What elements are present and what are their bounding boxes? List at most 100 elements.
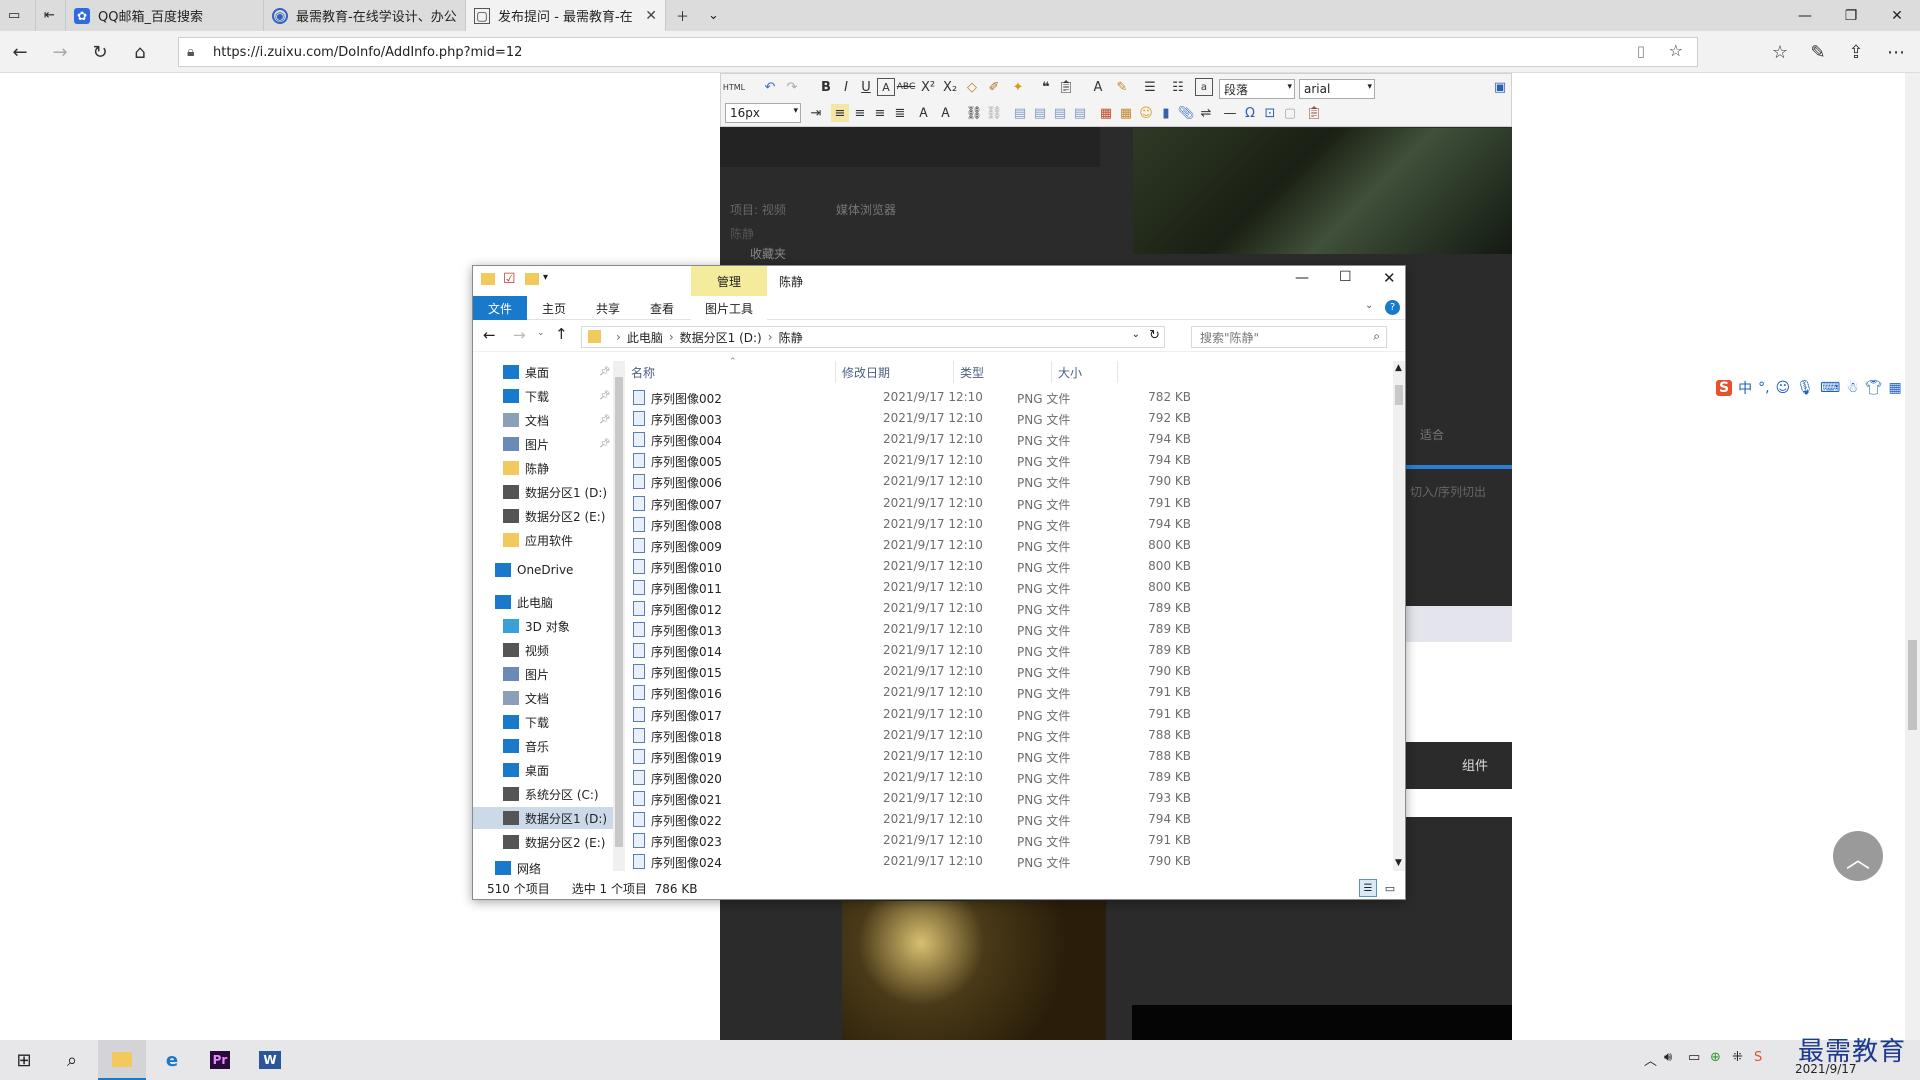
new-tab-button[interactable]: ＋ bbox=[668, 0, 700, 31]
favorites-icon[interactable]: ☆ bbox=[1764, 37, 1796, 67]
indent-icon[interactable]: ⇥ bbox=[807, 104, 825, 122]
restore-button[interactable]: ❐ bbox=[1828, 0, 1874, 31]
breadcrumb-item[interactable]: 陈静 bbox=[779, 329, 803, 346]
tray-chevron-up-icon[interactable]: ︿ bbox=[1644, 1050, 1657, 1069]
font-family-select[interactable]: arial ▾ bbox=[1299, 79, 1375, 99]
paragraph-select[interactable]: 段落 ▾ bbox=[1219, 79, 1295, 99]
new-folder-icon[interactable] bbox=[525, 273, 539, 285]
file-row[interactable]: 序列图像013 2021/9/17 12:10 PNG 文件 789 KB bbox=[625, 619, 1385, 640]
sidebar-item[interactable]: 下载 📌︎ bbox=[473, 385, 613, 407]
search-input[interactable]: 搜索"陈静" ⌕ bbox=[1191, 326, 1387, 348]
column-header-type[interactable]: 类型 bbox=[954, 361, 1052, 383]
sidebar-item[interactable]: 视频 bbox=[473, 639, 613, 661]
search-icon[interactable]: ⌕ bbox=[48, 1040, 96, 1080]
underline-icon[interactable]: U bbox=[857, 78, 875, 96]
html-source-icon[interactable]: HTML bbox=[723, 78, 745, 96]
paste-text-icon[interactable]: 📋︎ bbox=[1305, 104, 1323, 122]
tab-aside-icon[interactable]: ⇤ bbox=[36, 0, 66, 31]
network-icon[interactable]: ▭ bbox=[1688, 1050, 1700, 1065]
redo-icon[interactable]: ↷ bbox=[783, 78, 801, 96]
keyboard-icon[interactable]: ⌨ bbox=[1820, 380, 1840, 396]
sidebar-item[interactable]: 音乐 bbox=[473, 735, 613, 757]
close-window-button[interactable]: ✕ bbox=[1874, 0, 1920, 31]
navigation-pane[interactable]: 桌面 📌︎ 下载 📌︎ 文档 📌︎ 图片 📌︎ 陈静 数据分区1 (D:) 数据分区2 (E:) 应用… bbox=[473, 361, 625, 876]
format-brush-icon[interactable]: ✐ bbox=[985, 78, 1003, 96]
chevron-down-icon[interactable]: ⌄ bbox=[1365, 300, 1373, 311]
image-center-icon[interactable]: ▤ bbox=[1071, 104, 1089, 122]
ordered-list-icon[interactable]: ☰ bbox=[1141, 78, 1159, 96]
tab-home[interactable]: 主页 bbox=[527, 296, 581, 320]
file-row[interactable]: 序列图像020 2021/9/17 12:10 PNG 文件 789 KB bbox=[625, 767, 1385, 788]
image-right-icon[interactable]: ▤ bbox=[1051, 104, 1069, 122]
ime-lang-indicator[interactable]: 中 bbox=[1738, 378, 1752, 398]
chevron-up-icon[interactable]: ▲ bbox=[1395, 363, 1402, 373]
font-size-select[interactable]: 16px ▾ bbox=[725, 103, 801, 123]
sidebar-item[interactable]: 此电脑 bbox=[473, 591, 613, 613]
tab-file[interactable]: 文件 bbox=[473, 296, 527, 320]
sidebar-item[interactable]: 数据分区2 (E:) bbox=[473, 505, 613, 527]
chevron-down-icon[interactable]: ⌄ bbox=[700, 0, 732, 31]
sidebar-item[interactable]: 下载 bbox=[473, 711, 613, 733]
back-button[interactable]: ← bbox=[4, 37, 36, 67]
file-row[interactable]: 序列图像011 2021/9/17 12:10 PNG 文件 800 KB bbox=[625, 577, 1385, 598]
column-header-name[interactable]: 名称 ⌃ bbox=[625, 357, 836, 383]
explorer-title-bar[interactable]: ☑ ▾ 管理 陈静 — ☐ ✕ bbox=[473, 266, 1405, 296]
insert-image-icon[interactable]: ▦ bbox=[1097, 104, 1115, 122]
rtl-icon[interactable]: Ꭺ bbox=[937, 104, 955, 122]
autotype-icon[interactable]: ✦ bbox=[1009, 78, 1027, 96]
grid-icon[interactable]: ▦ bbox=[1889, 380, 1902, 396]
file-row[interactable]: 序列图像007 2021/9/17 12:10 PNG 文件 791 KB bbox=[625, 493, 1385, 514]
file-row[interactable]: 序列图像014 2021/9/17 12:10 PNG 文件 789 KB bbox=[625, 640, 1385, 661]
file-list[interactable]: 名称 ⌃ 修改日期 类型 大小 序列图像002 2021/9/17 12:10 PN… bbox=[625, 357, 1405, 872]
quote-icon[interactable]: ❝ bbox=[1037, 78, 1055, 96]
scroll-to-top-button[interactable]: ︿ bbox=[1833, 831, 1883, 881]
tab-picture-tools[interactable]: 图片工具 bbox=[691, 296, 767, 320]
tray-app-icon[interactable]: ⊕ bbox=[1710, 1050, 1721, 1065]
special-char-icon[interactable]: Ω bbox=[1241, 104, 1259, 122]
explorer-close-button[interactable]: ✕ bbox=[1383, 269, 1396, 287]
minimize-button[interactable]: — bbox=[1782, 0, 1828, 31]
file-explorer-window[interactable]: ☑ ▾ 管理 陈静 — ☐ ✕ 文件 主页 共享 查看 图片工具 ⌄ ? ← →… bbox=[472, 265, 1406, 900]
details-view-icon[interactable]: ☰ bbox=[1359, 879, 1377, 897]
breadcrumb-item[interactable]: 此电脑 bbox=[627, 329, 663, 346]
file-row[interactable]: 序列图像003 2021/9/17 12:10 PNG 文件 792 KB bbox=[625, 408, 1385, 429]
align-center-icon[interactable]: ≡ bbox=[851, 104, 869, 122]
windows-start-icon[interactable]: ⊞ bbox=[0, 1040, 48, 1080]
file-row[interactable]: 序列图像012 2021/9/17 12:10 PNG 文件 789 KB bbox=[625, 598, 1385, 619]
video-icon[interactable]: ▮ bbox=[1157, 104, 1175, 122]
chevron-down-icon[interactable]: ▼ bbox=[1395, 858, 1402, 868]
template-icon[interactable]: ▢ bbox=[1281, 104, 1299, 122]
file-explorer-taskbar-icon[interactable] bbox=[98, 1040, 146, 1080]
premiere-icon[interactable]: Pr bbox=[196, 1040, 244, 1080]
sogou-tray-icon[interactable]: S bbox=[1754, 1050, 1762, 1065]
punct-icon[interactable]: °, bbox=[1758, 380, 1769, 396]
sidebar-item[interactable]: 陈静 bbox=[473, 457, 613, 479]
ltr-icon[interactable]: Ꭺ bbox=[915, 104, 933, 122]
url-field[interactable]: 🔒︎ https://i.zuixu.com/DoInfo/AddInfo.ph… bbox=[178, 37, 1698, 67]
file-row[interactable]: 序列图像024 2021/9/17 12:10 PNG 文件 790 KB bbox=[625, 851, 1385, 872]
nav-pane-scrollbar[interactable] bbox=[613, 361, 625, 871]
pen-icon[interactable]: ✎ bbox=[1802, 37, 1834, 67]
file-row[interactable]: 序列图像009 2021/9/17 12:10 PNG 文件 800 KB bbox=[625, 535, 1385, 556]
map-icon[interactable]: ⇌ bbox=[1197, 104, 1215, 122]
highlight-icon[interactable]: ✎ bbox=[1113, 78, 1131, 96]
share-icon[interactable]: ⇪ bbox=[1840, 37, 1872, 67]
refresh-icon[interactable]: ↻ bbox=[1149, 328, 1160, 343]
tab-share[interactable]: 共享 bbox=[581, 296, 635, 320]
bold-icon[interactable]: B bbox=[817, 78, 835, 96]
preview-icon[interactable]: ▣ bbox=[1491, 78, 1509, 96]
volume-icon[interactable]: 🔊︎ bbox=[1664, 1050, 1672, 1065]
tab-view[interactable]: 查看 bbox=[635, 296, 689, 320]
superscript-icon[interactable]: X² bbox=[919, 78, 937, 96]
sidebar-item[interactable]: 文档 📌︎ bbox=[473, 409, 613, 431]
more-icon[interactable]: ⋯ bbox=[1880, 37, 1912, 67]
sidebar-item[interactable]: OneDrive bbox=[473, 559, 613, 581]
font-color-icon[interactable]: A bbox=[1089, 78, 1107, 96]
tray-plugin-icon[interactable]: ⁜ bbox=[1732, 1050, 1743, 1065]
link-icon[interactable]: ⛓︎ bbox=[965, 104, 983, 122]
chevron-down-icon[interactable]: ⌄ bbox=[1132, 329, 1140, 340]
tab-active-post[interactable]: ▢ 发布提问 - 最需教育-在 ✕ bbox=[466, 0, 666, 31]
file-row[interactable]: 序列图像017 2021/9/17 12:10 PNG 文件 791 KB bbox=[625, 704, 1385, 725]
forward-button[interactable]: → bbox=[44, 37, 76, 67]
reading-view-icon[interactable]: ▯ bbox=[1637, 42, 1645, 60]
